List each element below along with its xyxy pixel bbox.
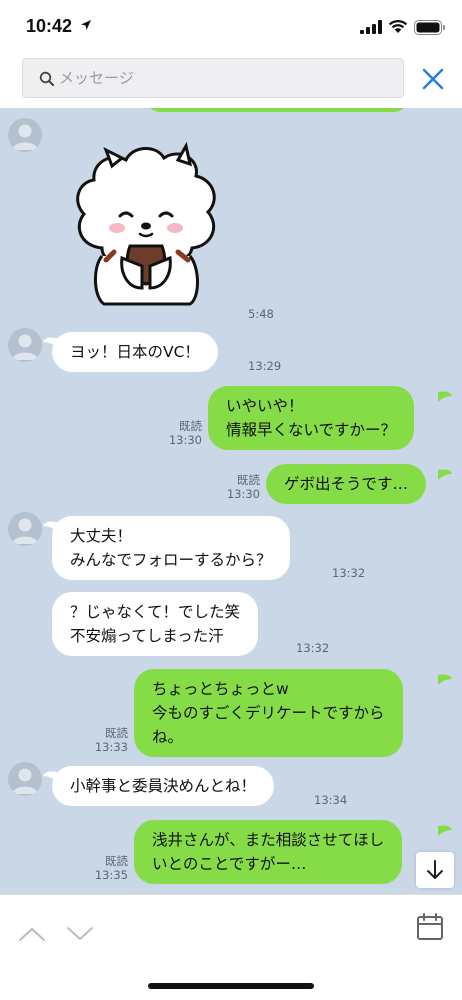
message-meta: 既読 13:30 bbox=[150, 419, 202, 447]
previous-result-icon[interactable] bbox=[18, 925, 46, 943]
bubble-tail bbox=[438, 825, 452, 836]
bottom-toolbar bbox=[0, 894, 462, 1000]
message-time: 13:34 bbox=[314, 793, 348, 807]
message-text: いやいや！ bbox=[226, 397, 304, 415]
message-text: ちょっとちょっとw bbox=[152, 680, 289, 698]
default-avatar-icon bbox=[12, 124, 38, 150]
read-receipt: 既読 bbox=[105, 854, 128, 868]
default-avatar-icon bbox=[12, 518, 38, 544]
message-meta: 既読 13:30 bbox=[208, 473, 260, 501]
message-time: 13:32 bbox=[296, 641, 330, 655]
search-input[interactable] bbox=[59, 59, 389, 97]
calendar-icon[interactable] bbox=[416, 913, 444, 941]
avatar[interactable] bbox=[8, 512, 42, 546]
bubble-tail bbox=[438, 674, 452, 685]
read-receipt: 既読 bbox=[237, 473, 260, 487]
message-time: 13:33 bbox=[94, 740, 128, 754]
message-time: 13:35 bbox=[94, 868, 128, 882]
search-header bbox=[0, 50, 462, 108]
message-time: 13:32 bbox=[332, 566, 366, 580]
next-result-icon[interactable] bbox=[66, 925, 94, 943]
message-text: ？じゃなくて！でした笑 bbox=[70, 603, 241, 621]
message-bubble-partial[interactable] bbox=[146, 108, 408, 112]
bubble-tail bbox=[438, 391, 452, 402]
message-text: 大丈夫！ bbox=[70, 527, 133, 545]
avatar[interactable] bbox=[8, 328, 42, 362]
battery-icon bbox=[414, 20, 445, 35]
message-bubble[interactable]: ちょっとちょっとw 今ものすごくデリケートですから ね。 bbox=[134, 669, 403, 757]
message-time: 5:48 bbox=[248, 307, 274, 321]
scroll-to-bottom-button[interactable] bbox=[416, 852, 454, 888]
message-text: ヨッ！日本のVC！ bbox=[70, 343, 200, 361]
default-avatar-icon bbox=[12, 334, 38, 360]
avatar[interactable] bbox=[8, 762, 42, 796]
avatar[interactable] bbox=[8, 118, 42, 152]
message-text: みんなでフォローするから？ bbox=[70, 551, 272, 569]
message-bubble[interactable]: ゲボ出そうです… bbox=[266, 464, 427, 504]
message-text: 小幹事と委員決めんとね！ bbox=[70, 777, 257, 795]
cellular-signal-icon bbox=[360, 20, 382, 34]
message-text: 浅井さんが、また相談させてほし bbox=[152, 831, 385, 849]
read-receipt: 既読 bbox=[179, 419, 202, 433]
read-receipt: 既読 bbox=[105, 726, 128, 740]
message-meta: 既読 13:33 bbox=[76, 726, 128, 754]
bubble-tail bbox=[438, 469, 452, 480]
message-text: 情報早くないですかー？ bbox=[226, 421, 397, 439]
wifi-icon bbox=[388, 19, 408, 33]
message-bubble[interactable]: 小幹事と委員決めんとね！ bbox=[52, 766, 275, 806]
default-avatar-icon bbox=[12, 768, 38, 794]
message-bubble[interactable]: ？じゃなくて！でした笑 不安煽ってしまった汗 bbox=[52, 592, 259, 656]
location-arrow-icon bbox=[81, 20, 91, 30]
message-bubble[interactable]: ヨッ！日本のVC！ bbox=[52, 332, 218, 372]
message-bubble[interactable]: 浅井さんが、また相談させてほし いとのことですがー… bbox=[134, 820, 403, 884]
status-time: 10:42 bbox=[26, 16, 73, 36]
search-box[interactable] bbox=[22, 58, 404, 98]
message-time: 13:30 bbox=[226, 487, 260, 501]
message-text: ゲボ出そうです… bbox=[284, 475, 409, 493]
message-text: 不安煽ってしまった汗 bbox=[70, 627, 224, 645]
home-indicator[interactable] bbox=[148, 983, 314, 989]
message-time: 13:30 bbox=[168, 433, 202, 447]
message-meta: 既読 13:35 bbox=[76, 854, 128, 882]
message-bubble[interactable]: 大丈夫！ みんなでフォローするから？ bbox=[52, 516, 290, 580]
message-text: いとのことですがー… bbox=[152, 855, 307, 873]
close-icon[interactable] bbox=[418, 64, 448, 94]
message-text: 今ものすごくデリケートですから bbox=[152, 704, 385, 722]
message-bubble[interactable]: いやいや！ 情報早くないですかー？ bbox=[208, 386, 415, 450]
message-text: ね。 bbox=[152, 728, 184, 746]
status-bar: 10:42 bbox=[0, 0, 462, 50]
sticker-image[interactable] bbox=[72, 138, 222, 308]
arrow-down-icon bbox=[427, 860, 443, 879]
message-time: 13:29 bbox=[248, 359, 282, 373]
search-icon bbox=[39, 71, 54, 86]
chat-area[interactable]: 5:48 ヨッ！日本のVC！ 13:29 いやいや！ 情報早くないですかー？ 既… bbox=[0, 108, 462, 894]
